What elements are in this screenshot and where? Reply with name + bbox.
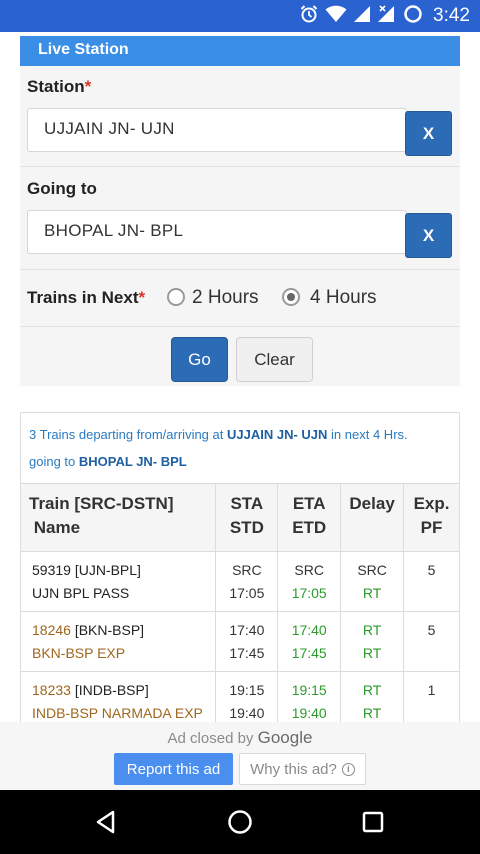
summary-destination[interactable]: BHOPAL JN- BPL [79,454,187,469]
page-content: Live Station Station* UJJAIN JN- UJN X G… [0,32,480,722]
col-delay-header[interactable]: Delay [340,483,405,552]
sta-std-cell: 17:40 17:45 [215,611,279,672]
table-row[interactable]: 18246 [BKN-BSP] BKN-BSP EXP 17:40 17:45 17… [19,611,460,672]
required-mark: * [138,288,146,307]
clear-button[interactable]: Clear [236,337,313,382]
train-cell[interactable]: 18246 [BKN-BSP] BKN-BSP EXP [19,611,217,672]
back-icon[interactable] [90,806,122,838]
trains-in-next-label: Trains in Next* [27,288,146,307]
radio-4-hours-label[interactable]: 4 Hours [310,287,377,309]
signal-icon [353,5,371,28]
radio-2-hours-label[interactable]: 2 Hours [192,287,259,309]
panel-title: Live Station [20,36,460,66]
required-mark: * [84,77,92,96]
battery-icon [403,4,423,29]
results-panel: 3 Trains departing from/arriving at UJJA… [19,412,460,722]
wifi-icon [325,5,347,28]
home-icon[interactable] [224,806,256,838]
alarm-icon [299,4,319,29]
eta-etd-cell: 19:15 19:40 [277,671,342,722]
android-nav-bar [0,790,480,854]
live-station-panel: Live Station Station* UJJAIN JN- UJN X G… [20,36,460,386]
divider [20,326,460,327]
pf-cell: 5 [403,611,460,672]
eta-etd-cell: 17:40 17:45 [277,611,342,672]
going-to-label: Going to [27,179,97,198]
clear-station-button[interactable]: X [405,111,452,156]
info-icon: i [341,762,355,776]
divider [20,269,460,270]
delay-cell: RT RT [340,671,405,722]
radio-4-hours[interactable] [282,288,300,306]
delay-cell: RT RT [340,611,405,672]
results-summary: 3 Trains departing from/arriving at UJJA… [29,427,408,469]
col-sta-std-header[interactable]: STA STD [215,483,279,552]
sta-std-cell: SRC 17:05 [215,551,279,612]
col-eta-etd-header[interactable]: ETA ETD [277,483,342,552]
summary-station[interactable]: UJJAIN JN- UJN [227,427,327,442]
divider [20,166,460,167]
station-input[interactable]: UJJAIN JN- UJN [27,108,407,152]
signal-no-data-icon [377,4,397,28]
trains-table: Train [SRC-DSTN] Name STA STD ETA ETD Dela… [19,483,460,722]
pf-cell: 5 [403,551,460,612]
clear-going-to-button[interactable]: X [405,213,452,258]
report-ad-button[interactable]: Report this ad [114,753,233,785]
google-logo: Google [257,728,313,747]
sta-std-cell: 19:15 19:40 [215,671,279,722]
table-row[interactable]: 59319 [UJN-BPL] UJN BPL PASS SRC 17:05 SRC… [19,551,460,612]
train-cell[interactable]: 18233 [INDB-BSP] INDB-BSP NARMADA EXP [19,671,217,722]
ad-closed-text: Ad closed by Google [167,728,313,747]
clock-time: 3:42 [433,5,470,26]
table-row[interactable]: 18233 [INDB-BSP] INDB-BSP NARMADA EXP 19:… [19,671,460,722]
table-header-row: Train [SRC-DSTN] Name STA STD ETA ETD Dela… [19,483,460,552]
station-label: Station* [27,77,92,96]
train-cell[interactable]: 59319 [UJN-BPL] UJN BPL PASS [19,551,217,612]
col-train-header[interactable]: Train [SRC-DSTN] Name [19,483,217,552]
radio-2-hours[interactable] [167,288,185,306]
why-this-ad-button[interactable]: Why this ad? i [239,753,366,785]
status-bar: 3:42 [0,0,480,32]
ad-banner: Ad closed by Google Report this ad Why t… [0,722,480,790]
go-button[interactable]: Go [171,337,228,382]
delay-cell: SRC RT [340,551,405,612]
pf-cell: 1 [403,671,460,722]
eta-etd-cell: SRC 17:05 [277,551,342,612]
going-to-input[interactable]: BHOPAL JN- BPL [27,210,407,254]
recents-icon[interactable] [357,806,389,838]
col-exp-pf-header[interactable]: Exp. PF [403,483,460,552]
